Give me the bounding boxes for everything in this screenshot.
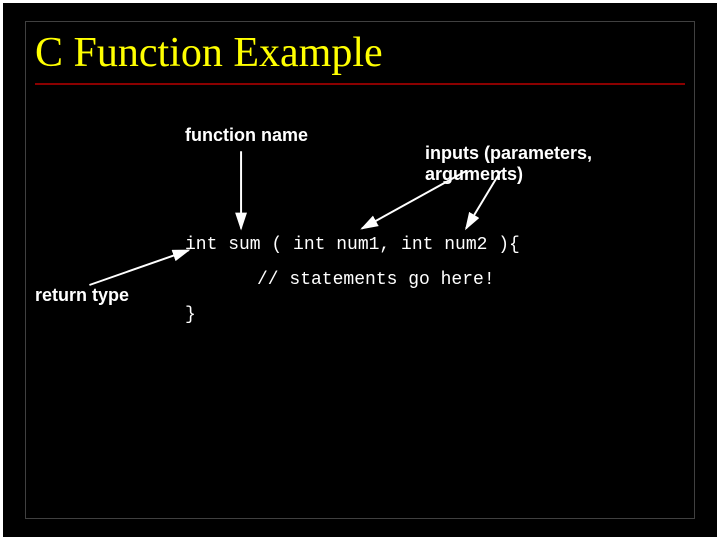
code-comment: // statements go here!: [257, 270, 495, 290]
code-close-brace: }: [185, 305, 196, 325]
slide-title: C Function Example: [35, 29, 695, 77]
code-signature: int sum ( int num1, int num2 ){: [185, 235, 520, 255]
label-function-name: function name: [185, 125, 308, 146]
arrow-return-type: [89, 250, 188, 285]
slide: C Function Example function name inputs …: [0, 0, 720, 540]
label-return-type: return type: [35, 285, 129, 306]
title-underline: [35, 83, 685, 85]
content-area: function name inputs (parameters, argume…: [25, 95, 695, 475]
label-inputs: inputs (parameters, arguments): [425, 143, 695, 185]
